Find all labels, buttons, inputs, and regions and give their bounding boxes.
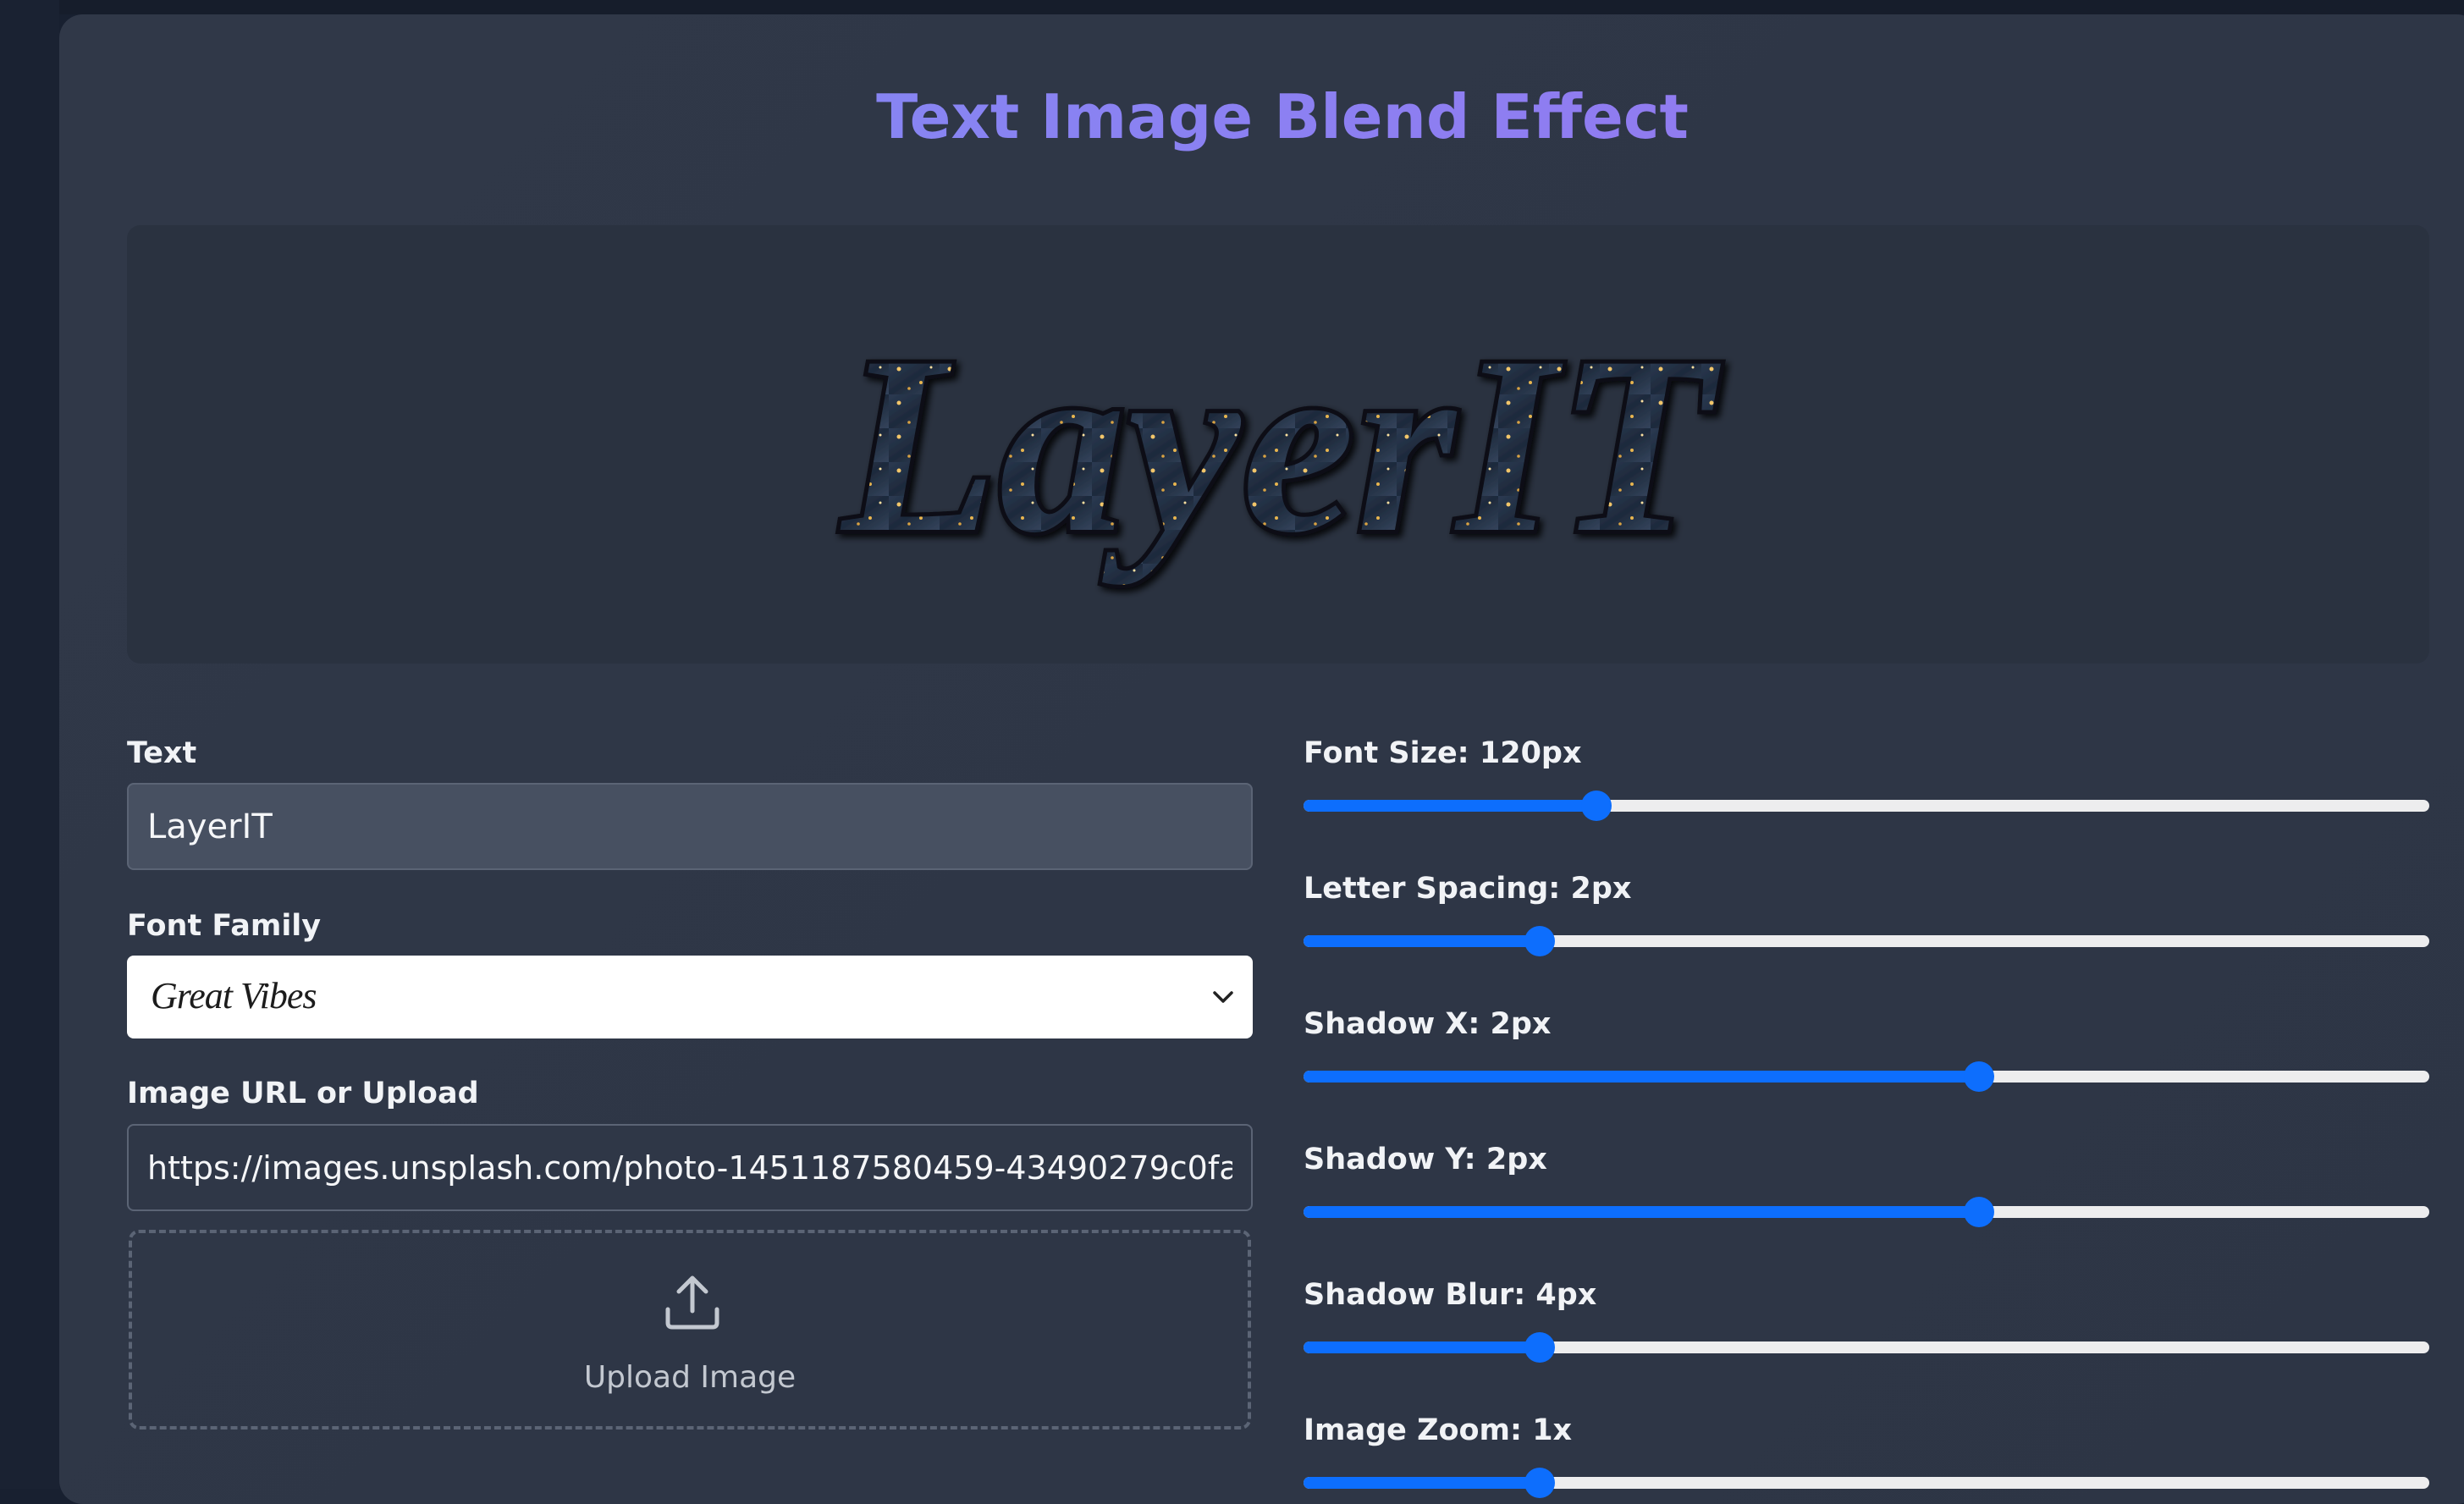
- image-url-label: Image URL or Upload: [127, 1077, 479, 1110]
- shadow-y-slider[interactable]: [1304, 1195, 2429, 1229]
- slider-thumb[interactable]: [1580, 791, 1612, 821]
- slider-fill: [1304, 935, 1541, 947]
- slider-thumb[interactable]: [1524, 926, 1556, 956]
- upload-dropzone[interactable]: Upload Image: [129, 1230, 1251, 1430]
- image-zoom-slider[interactable]: [1304, 1466, 2429, 1500]
- slider-thumb[interactable]: [1524, 1468, 1556, 1498]
- blend-preview: LayerIT: [127, 225, 2429, 664]
- shadow-y-label: Shadow Y: 2px: [1304, 1143, 1547, 1176]
- image-url-input[interactable]: [127, 1124, 1253, 1211]
- preview-text: LayerIT: [838, 304, 1724, 586]
- page-title: Text Image Blend Effect: [0, 81, 2464, 152]
- letter-spacing-slider[interactable]: [1304, 924, 2429, 958]
- shadow-blur-label: Shadow Blur: 4px: [1304, 1278, 1597, 1312]
- font-family-select[interactable]: Great Vibes: [127, 956, 1253, 1038]
- shadow-x-label: Shadow X: 2px: [1304, 1007, 1552, 1041]
- font-family-value: Great Vibes: [151, 975, 317, 1016]
- window-top-edge: [0, 0, 2464, 14]
- slider-thumb[interactable]: [1524, 1332, 1556, 1363]
- slider-fill: [1304, 1071, 1979, 1083]
- slider-fill: [1304, 1477, 1541, 1489]
- window-left-edge: [0, 0, 59, 1489]
- upload-image-label: Upload Image: [583, 1360, 797, 1395]
- slider-thumb[interactable]: [1964, 1061, 1994, 1092]
- slider-thumb[interactable]: [1964, 1197, 1994, 1227]
- text-input[interactable]: [127, 783, 1253, 870]
- upload-icon: [665, 1275, 719, 1330]
- slider-fill: [1304, 800, 1596, 812]
- image-zoom-label: Image Zoom: 1x: [1304, 1413, 1573, 1447]
- letter-spacing-label: Letter Spacing: 2px: [1304, 872, 1632, 906]
- shadow-blur-slider[interactable]: [1304, 1330, 2429, 1364]
- blend-preview-canvas: LayerIT: [834, 300, 1727, 590]
- font-size-label: Font Size: 120px: [1304, 736, 1582, 770]
- slider-fill: [1304, 1206, 1979, 1218]
- text-label: Text: [127, 736, 197, 770]
- chevron-down-icon: [1213, 991, 1233, 1003]
- font-family-label: Font Family: [127, 909, 322, 943]
- font-size-slider[interactable]: [1304, 789, 2429, 823]
- slider-fill: [1304, 1341, 1541, 1353]
- shadow-x-slider[interactable]: [1304, 1060, 2429, 1094]
